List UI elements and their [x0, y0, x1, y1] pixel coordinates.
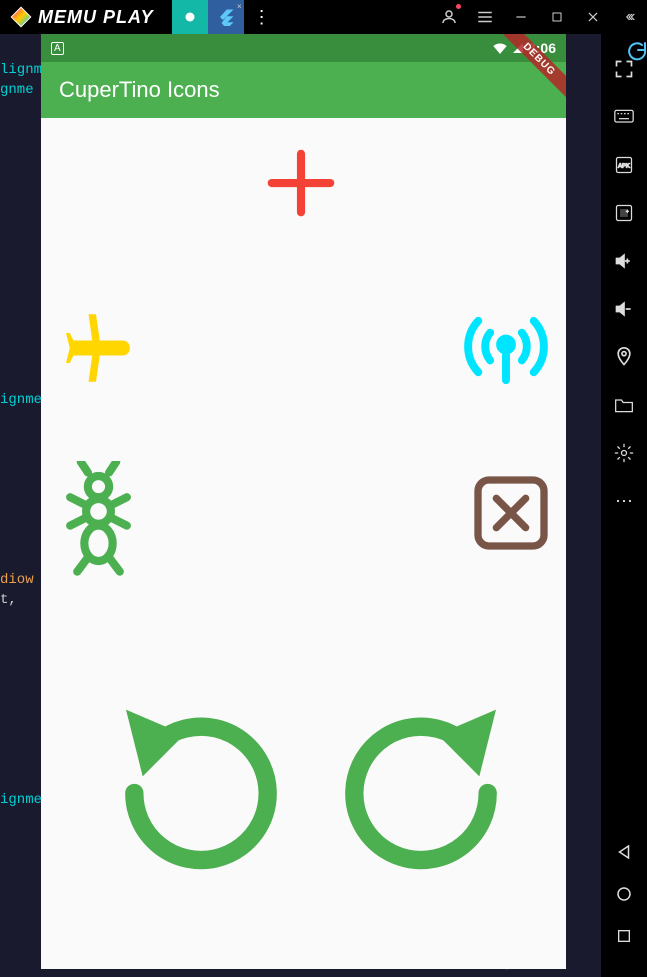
volume-down-icon[interactable]	[613, 298, 635, 320]
emulator-titlebar: MEMU PLAY × ⋮ ‹‹‹	[0, 0, 647, 34]
svg-text:APK: APK	[618, 164, 630, 170]
tab-close-icon[interactable]: ×	[237, 2, 242, 11]
app-title: CuperTino Icons	[59, 77, 220, 103]
app-bar: CuperTino Icons	[41, 62, 566, 118]
brand-text: MEMU PLAY	[38, 7, 154, 28]
screenshot-icon[interactable]	[613, 202, 635, 224]
wifi-icon	[492, 42, 508, 54]
tab-android[interactable]	[172, 0, 208, 34]
nav-recent-icon[interactable]	[613, 925, 635, 947]
airplane-icon	[41, 298, 151, 398]
add-icon	[261, 143, 341, 223]
nav-home-icon[interactable]	[613, 883, 635, 905]
signal-icon	[512, 42, 524, 54]
redo-overlay-icon	[625, 40, 647, 69]
app-body	[41, 118, 566, 969]
statusbar-a-badge: A	[51, 42, 64, 55]
phone-screen: A 3:06 DEBUG CuperTino Icons	[41, 34, 566, 969]
collapse-sidebar-icon[interactable]: ‹‹‹	[611, 0, 647, 34]
emulator-sidebar: APK ⋯	[601, 34, 647, 977]
minimize-button[interactable]	[503, 0, 539, 34]
apk-icon[interactable]: APK	[613, 154, 635, 176]
memu-logo: MEMU PLAY	[10, 6, 154, 28]
statusbar-time: 3:06	[528, 40, 556, 56]
profile-icon[interactable]	[431, 0, 467, 34]
antenna-icon	[456, 298, 556, 398]
nav-back-icon[interactable]	[613, 841, 635, 863]
android-statusbar: A 3:06 DEBUG	[41, 34, 566, 62]
xmark-square-icon	[466, 468, 556, 558]
folder-icon[interactable]	[613, 394, 635, 416]
more-icon[interactable]: ⋯	[613, 490, 635, 512]
keyboard-icon[interactable]	[613, 106, 635, 128]
ant-icon	[53, 458, 143, 578]
hamburger-icon[interactable]	[467, 0, 503, 34]
settings-icon[interactable]	[613, 442, 635, 464]
tab-more-icon[interactable]: ⋮	[244, 0, 280, 34]
tab-flutter[interactable]: ×	[208, 0, 244, 34]
maximize-button[interactable]	[539, 0, 575, 34]
close-button[interactable]	[575, 0, 611, 34]
location-icon[interactable]	[613, 346, 635, 368]
rotate-ccw-icon	[96, 678, 306, 908]
rotate-cw-icon	[316, 678, 526, 908]
memu-diamond-icon	[10, 6, 32, 28]
volume-up-icon[interactable]	[613, 250, 635, 272]
